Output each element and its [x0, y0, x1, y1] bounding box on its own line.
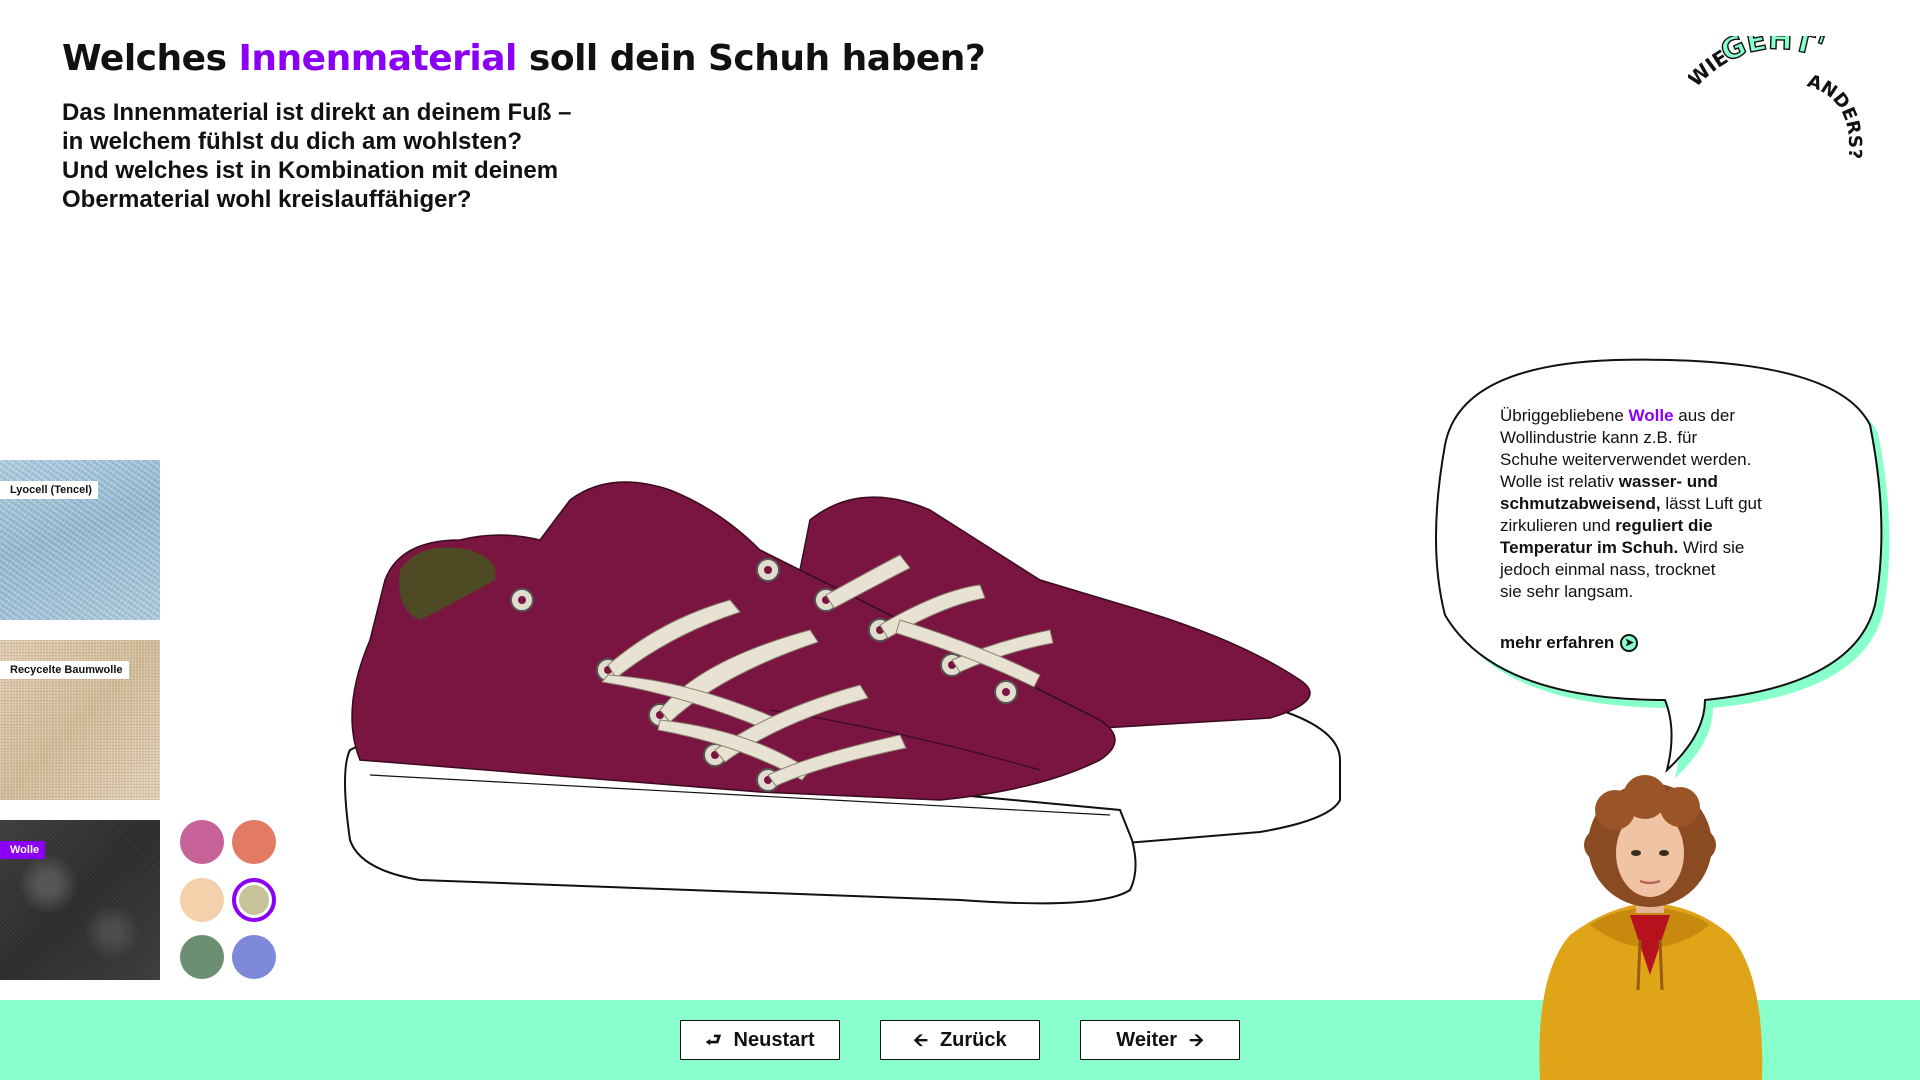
subtitle-line: Das Innenmaterial ist direkt an deinem F…: [62, 99, 572, 126]
title-text-after: soll dein Schuh haben?: [516, 38, 986, 79]
restart-arrow-icon: ⮐: [705, 1030, 722, 1050]
material-label: Recycelte Baumwolle: [0, 661, 129, 679]
page-title: Welches Innenmaterial soll dein Schuh ha…: [62, 38, 986, 79]
subtitle-line: Obermaterial wohl kreislauffähiger?: [62, 186, 472, 213]
material-swatch-wolle[interactable]: Wolle: [0, 820, 160, 980]
logo-word-anders: ANDERS?: [1805, 71, 1866, 160]
color-option[interactable]: [180, 820, 224, 864]
arrow-right-icon: 🡪: [1189, 1030, 1204, 1050]
restart-label: Neustart: [733, 1028, 815, 1051]
material-label: Wolle: [0, 841, 46, 859]
svg-text:ANDERS?: ANDERS?: [1805, 71, 1866, 160]
color-option[interactable]: [180, 935, 224, 979]
subtitle-line: Und welches ist in Kombination mit deine…: [62, 157, 559, 184]
back-button[interactable]: 🡨 Zurück: [880, 1020, 1040, 1060]
arrow-left-icon: 🡨: [913, 1030, 928, 1050]
title-text-before: Welches: [62, 38, 239, 79]
mehr-erfahren-link[interactable]: mehr erfahren ➤: [1500, 633, 1639, 653]
color-option-selected[interactable]: [232, 878, 276, 922]
person-avatar-image: [1539, 775, 1763, 1080]
color-option[interactable]: [232, 935, 276, 979]
info-accent-wolle: Wolle: [1628, 406, 1674, 425]
color-option[interactable]: [232, 820, 276, 864]
more-label: mehr erfahren: [1500, 633, 1615, 652]
wie-gehts-anders-logo: WIE GEHT'S ANDERS?: [1688, 36, 1866, 160]
title-accent: Innenmaterial: [238, 38, 518, 79]
next-label: Weiter: [1116, 1028, 1178, 1051]
material-swatch-lyocell[interactable]: Lyocell (Tencel): [0, 460, 160, 620]
arrow-right-circle-icon: ➤: [1620, 634, 1639, 652]
back-label: Zurück: [939, 1028, 1007, 1051]
next-button[interactable]: Weiter 🡪: [1080, 1020, 1240, 1060]
restart-button[interactable]: ⮐ Neustart: [680, 1020, 840, 1060]
material-info-text: Übriggebliebene Wolle aus der Wollindust…: [1500, 406, 1762, 601]
color-option[interactable]: [180, 878, 224, 922]
sneaker-preview-image: [344, 481, 1341, 905]
question-subtitle: Das Innenmaterial ist direkt an deinem F…: [62, 98, 682, 214]
material-label: Lyocell (Tencel): [0, 481, 98, 499]
material-swatch-recycelte-baumwolle[interactable]: Recycelte Baumwolle: [0, 640, 160, 800]
subtitle-line: in welchem fühlst du dich am wohlsten?: [62, 128, 523, 155]
